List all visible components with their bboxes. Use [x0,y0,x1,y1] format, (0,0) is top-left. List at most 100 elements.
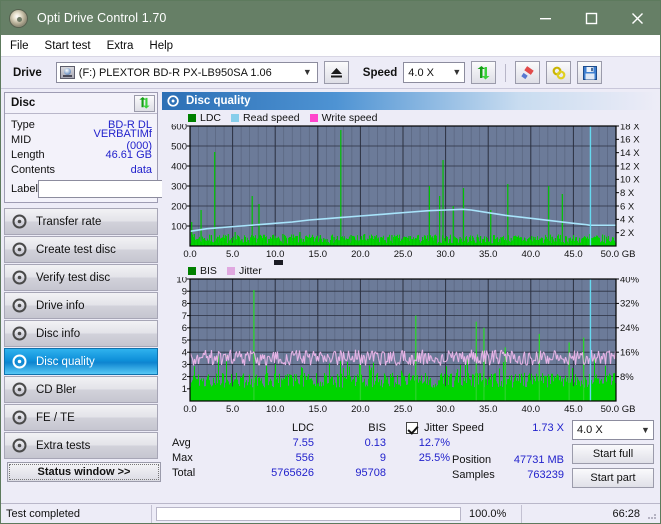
sidebar-label: Verify test disc [36,271,111,284]
chart-top-svg: 600 500 400 300 200 100 18 X 16 X 14 X 12 X 10 X 8 … [171,121,640,260]
svg-text:9: 9 [182,287,187,298]
disc-label-caption: Label [11,183,38,195]
stats-avg-jitter: 12.7% [418,436,450,449]
stats-max-jitter: 25.5% [418,451,450,464]
link-button[interactable] [546,61,572,84]
jitter-toggle[interactable]: Jitter [386,421,450,434]
svg-text:30.0: 30.0 [436,404,455,415]
link-icon [552,66,566,79]
menu-label-file: File [10,39,29,52]
chart-marker-icon [274,260,283,265]
svg-text:40.0: 40.0 [522,404,541,415]
stats-total-ldc: 5765626 [271,466,314,479]
bottom-chart[interactable]: 10 9 8 7 6 5 4 3 2 1 40% 32% 24% 16% 8% 0.0 5.0 10.0 15.0 2… [162,274,658,417]
sidebar-item-verify-test-disc[interactable]: Verify test disc [4,264,158,291]
resize-grip-icon[interactable] [646,509,658,521]
svg-text:500: 500 [171,141,187,152]
svg-text:10.0: 10.0 [266,404,285,415]
status-window-button[interactable]: Status window >> [7,462,161,482]
disc-icon [12,438,29,453]
svg-text:10: 10 [176,277,187,285]
status-separator [151,504,152,523]
legend-label-ldc: LDC [200,111,222,124]
sidebar-item-disc-quality[interactable]: Disc quality [4,348,158,375]
top-chart-legend: LDC Read speed Write speed [162,111,658,124]
top-chart[interactable]: 600 500 400 300 200 100 18 X 16 X 14 X 12 X 10 X 8 … [162,121,658,262]
svg-text:10 X: 10 X [620,175,640,186]
drive-toolbar: Drive (F:) PLEXTOR BD-R PX-LB950SA 1.06 … [1,57,660,89]
menu-item-help[interactable]: Help [149,38,184,54]
stats-max-ldc: 556 [295,451,314,464]
eject-button[interactable] [323,61,349,84]
svg-text:20.0: 20.0 [351,249,370,260]
legend-label-jitter: Jitter [238,264,262,277]
stats-row-total: Total 5765626 95708 [164,465,452,480]
chevron-down-icon: ▼ [452,67,462,77]
disc-label-row: Label [11,180,242,198]
disc-row-mid: MID VERBATIMf (000) [11,128,152,152]
readout-label-samples: Samples [452,468,495,481]
stats-total-bis: 95708 [355,466,386,479]
maximize-icon[interactable] [568,1,614,35]
svg-text:100: 100 [171,221,187,232]
svg-text:5.0: 5.0 [226,404,239,415]
close-icon[interactable] [614,1,660,35]
eject-icon [330,68,342,78]
svg-text:16%: 16% [620,348,640,359]
sidebar-item-extra-tests[interactable]: Extra tests [4,432,158,459]
speed-select[interactable]: 4.0 X ▼ [403,62,466,83]
save-button[interactable] [577,61,603,84]
svg-text:1: 1 [182,384,187,395]
jitter-checkbox[interactable] [406,421,419,434]
refresh-button[interactable] [471,61,497,84]
test-speed-value: 4.0 X [577,424,603,436]
sidebar: Disc Type BD-R DL MID VERBATIMf (000) Le… [1,89,242,482]
menu-item-extra[interactable]: Extra [107,38,145,54]
disc-refresh-button[interactable] [134,94,155,112]
stats-header-bis: BIS [368,421,386,434]
readout-label-position: Position [452,453,492,466]
start-part-button[interactable]: Start part [572,468,654,488]
minimize-icon[interactable] [522,1,568,35]
svg-text:4: 4 [182,348,187,359]
sidebar-item-transfer-rate[interactable]: Transfer rate [4,208,158,235]
legend-swatch-ldc [188,113,196,122]
test-speed-select[interactable]: 4.0 X ▼ [572,420,654,440]
stats-header-row: LDC BIS Jitter [164,420,452,435]
eraser-button[interactable] [515,61,541,84]
legend-swatch-write-speed [309,113,318,122]
elapsed-time: 66:28 [612,507,640,520]
progress-percent: 100.0% [469,507,507,520]
stats-max-bis: 9 [379,451,386,464]
svg-text:45.0: 45.0 [564,249,583,260]
panel-title: Disc quality [186,95,251,107]
disc-key-contents: Contents [11,163,56,176]
sidebar-item-fe-te[interactable]: FE / TE [4,404,158,431]
readout-spacer [452,435,570,452]
stats-table: LDC BIS Jitter Avg 7.55 0.13 12.7% Max 5… [164,420,452,488]
disc-properties: Type BD-R DL MID VERBATIMf (000) Length … [5,114,242,202]
sidebar-item-drive-info[interactable]: Drive info [4,292,158,319]
sidebar-item-create-test-disc[interactable]: Create test disc [4,236,158,263]
disc-icon [12,410,29,425]
drive-select-value: (F:) PLEXTOR BD-R PX-LB950SA 1.06 [78,66,272,79]
svg-text:6 X: 6 X [620,201,635,212]
svg-text:25.0: 25.0 [394,404,413,415]
legend-label-bis: BIS [200,264,217,277]
drive-select[interactable]: (F:) PLEXTOR BD-R PX-LB950SA 1.06 ▼ [55,62,318,83]
sidebar-item-cd-bler[interactable]: CD Bler [4,376,158,403]
sidebar-item-disc-info[interactable]: Disc info [4,320,158,347]
svg-text:40%: 40% [620,277,640,285]
svg-text:20.0: 20.0 [351,404,370,415]
svg-text:14 X: 14 X [620,148,640,159]
charts-container: LDC Read speed Write speed 600 500 400 300 2… [162,110,658,417]
menu-item-start-test[interactable]: Start test [45,38,102,54]
svg-text:600: 600 [171,124,187,132]
menu-item-file[interactable]: File [10,38,40,54]
app-window: Opti Drive Control 1.70 File Start test … [0,0,661,524]
start-full-button[interactable]: Start full [572,444,654,464]
svg-text:8 X: 8 X [620,188,635,199]
disc-icon [12,298,29,313]
svg-text:18 X: 18 X [620,124,640,132]
svg-text:25.0: 25.0 [394,249,413,260]
